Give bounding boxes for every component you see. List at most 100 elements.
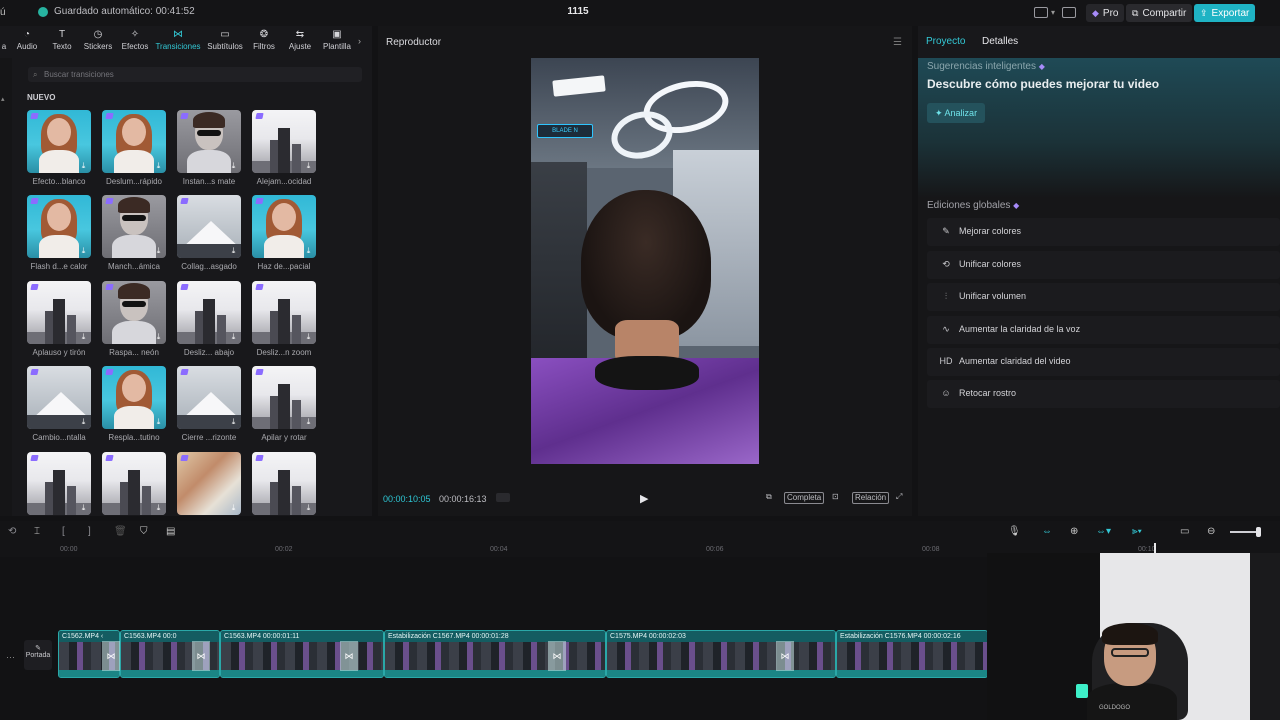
transition-item[interactable]: ⤓ <box>102 452 166 519</box>
transition-item[interactable]: ⤓ Raspa... neón <box>102 281 166 357</box>
download-icon[interactable]: ⤓ <box>229 503 238 512</box>
tool-text[interactable]: T Texto <box>48 30 76 52</box>
tool-template[interactable]: ▣ Plantilla <box>320 30 354 52</box>
download-icon[interactable]: ⤓ <box>154 503 163 512</box>
tool-filters[interactable]: ❂ Filtros <box>251 30 277 52</box>
global-edit-item[interactable]: HD Aumentar claridad del video <box>927 348 1280 376</box>
split-left-icon[interactable]: [ <box>62 526 65 537</box>
download-icon[interactable]: ⤓ <box>304 332 313 341</box>
transition-item[interactable]: ⤓ Alejam...ocidad <box>252 110 316 186</box>
download-icon[interactable]: ⤓ <box>154 417 163 426</box>
preview-axis-icon[interactable]: ⫸▾ <box>1132 526 1142 537</box>
pro-button[interactable]: ◆ Pro <box>1086 4 1125 22</box>
transition-marker-icon[interactable]: ⋈ <box>776 641 794 671</box>
undo-icon[interactable]: ⟲ <box>8 526 16 537</box>
menu-icon[interactable]: ☰ <box>893 37 902 48</box>
split-right-icon[interactable]: ] <box>88 526 91 537</box>
download-icon[interactable]: ⤓ <box>229 161 238 170</box>
download-icon[interactable]: ⤓ <box>79 332 88 341</box>
transition-item[interactable]: ⤓ Desliz...n zoom <box>252 281 316 357</box>
download-icon[interactable]: ⤓ <box>304 161 313 170</box>
tool-effects[interactable]: ✧ Efectos <box>119 30 151 52</box>
timeline-clip[interactable]: C1575.MP4 00:00:02:03 <box>606 630 836 678</box>
snapshot-icon[interactable]: ⊡ <box>832 492 839 501</box>
transition-item[interactable]: ⤓ <box>252 452 316 519</box>
track-options-icon[interactable]: ⋯ <box>6 652 15 663</box>
download-icon[interactable]: ⤓ <box>79 503 88 512</box>
transition-item[interactable]: ⤓ <box>177 452 241 519</box>
global-edit-item[interactable]: ⫶ Unificar volumen <box>927 283 1280 311</box>
tool-adjust[interactable]: ⇆ Ajuste <box>286 30 314 52</box>
tool-stickers[interactable]: ◷ Stickers <box>82 30 114 52</box>
timeline-clip[interactable]: C1563.MP4 00:00:01:11 <box>220 630 384 678</box>
transition-item[interactable]: ⤓ Aplauso y tirón <box>27 281 91 357</box>
timecode-grid-icon[interactable] <box>496 493 510 502</box>
global-edit-item[interactable]: ☺ Retocar rostro <box>927 380 1280 408</box>
zoom-out-icon[interactable]: ⊖ <box>1207 526 1215 537</box>
link-icon[interactable]: ⇔ <box>1042 526 1052 537</box>
magnet-icon[interactable]: ⇔▾ <box>1096 526 1111 537</box>
cover-edit-icon[interactable]: ▤ <box>166 526 175 537</box>
layout-icon[interactable] <box>1034 7 1048 18</box>
download-icon[interactable]: ⤓ <box>79 161 88 170</box>
tool-audio[interactable]: ◔ Audio <box>14 30 40 52</box>
tool-media[interactable]: a <box>0 30 8 51</box>
transition-item[interactable]: ⤓ <box>27 452 91 519</box>
transition-marker-icon[interactable]: ⋈ <box>548 641 566 671</box>
video-preview[interactable]: BLADE N <box>531 58 759 464</box>
zoom-slider-handle[interactable] <box>1256 527 1261 537</box>
timeline-clip[interactable]: Estabilización C1567.MP4 00:00:01:28 <box>384 630 606 678</box>
analyze-button[interactable]: ✦ Analizar <box>927 103 986 123</box>
download-icon[interactable]: ⤓ <box>154 246 163 255</box>
ratio-button[interactable]: Relación <box>852 492 890 504</box>
transition-search-input[interactable]: ⌕ Buscar transiciones <box>28 67 362 82</box>
tab-details[interactable]: Detalles <box>982 36 1018 47</box>
download-icon[interactable]: ⤓ <box>154 161 163 170</box>
tool-subtitles[interactable]: ▭ Subtítulos <box>205 30 245 52</box>
transition-item[interactable]: ⤓ Desliz... abajo <box>177 281 241 357</box>
transition-marker-icon[interactable]: ⋈ <box>192 641 210 671</box>
menu-fragment[interactable]: ú <box>0 7 6 18</box>
download-icon[interactable]: ⤓ <box>79 417 88 426</box>
timeline-clip[interactable]: Estabilización C1576.MP4 00:00:02:16 <box>836 630 988 678</box>
download-icon[interactable]: ⤓ <box>304 417 313 426</box>
tab-project[interactable]: Proyecto <box>926 36 965 47</box>
transition-item[interactable]: ⤓ Collag...asgado <box>177 195 241 271</box>
layout-dropdown-icon[interactable]: ▾ <box>1051 8 1055 17</box>
cover-button[interactable]: ✎ Portada <box>24 640 52 670</box>
download-icon[interactable]: ⤓ <box>79 246 88 255</box>
fit-icon[interactable]: ▭ <box>1180 526 1189 537</box>
transition-item[interactable]: ⤓ Haz de...pacial <box>252 195 316 271</box>
fullscreen-icon[interactable]: ⤢ <box>896 492 902 502</box>
global-edit-item[interactable]: ✎ Mejorar colores <box>927 218 1280 246</box>
collapse-icon[interactable]: ▴ <box>1 95 5 103</box>
transition-marker-icon[interactable]: ⋈ <box>102 641 120 671</box>
microphone-icon[interactable]: 🎙 <box>1008 526 1021 537</box>
transition-item[interactable]: ⤓ Deslum...rápido <box>102 110 166 186</box>
transition-item[interactable]: ⤓ Apilar y rotar <box>252 366 316 442</box>
split-icon[interactable]: ⌶ <box>34 526 40 537</box>
transition-item[interactable]: ⤓ Instan...s mate <box>177 110 241 186</box>
tool-transitions[interactable]: ⋈ Transiciones <box>155 30 201 52</box>
delete-icon[interactable]: 🗑 <box>114 526 127 537</box>
transition-item[interactable]: ⤓ Manch...ámica <box>102 195 166 271</box>
export-button[interactable]: ⇪ Exportar <box>1194 4 1256 22</box>
transition-item[interactable]: ⤓ Efecto...blanco <box>27 110 91 186</box>
download-icon[interactable]: ⤓ <box>304 503 313 512</box>
download-icon[interactable]: ⤓ <box>229 246 238 255</box>
download-icon[interactable]: ⤓ <box>229 417 238 426</box>
download-icon[interactable]: ⤓ <box>229 332 238 341</box>
global-edit-item[interactable]: ∿ Aumentar la claridad de la voz <box>927 316 1280 344</box>
transition-item[interactable]: ⤓ Respla...tutino <box>102 366 166 442</box>
transition-item[interactable]: ⤓ Cambio...ntalla <box>27 366 91 442</box>
snap-icon[interactable]: ⊕ <box>1070 526 1078 537</box>
transition-item[interactable]: ⤓ Cierre ...rizonte <box>177 366 241 442</box>
global-edit-item[interactable]: ⟲ Unificar colores <box>927 251 1280 279</box>
shield-icon[interactable]: ⛉ <box>140 526 148 537</box>
chevron-right-icon[interactable]: › <box>358 36 361 46</box>
download-icon[interactable]: ⤓ <box>304 246 313 255</box>
project-title[interactable]: 1115 <box>560 6 596 17</box>
crop-icon[interactable]: ⧉ <box>766 492 772 502</box>
full-quality-button[interactable]: Completa <box>784 492 825 504</box>
shortcuts-icon[interactable] <box>1062 7 1076 18</box>
